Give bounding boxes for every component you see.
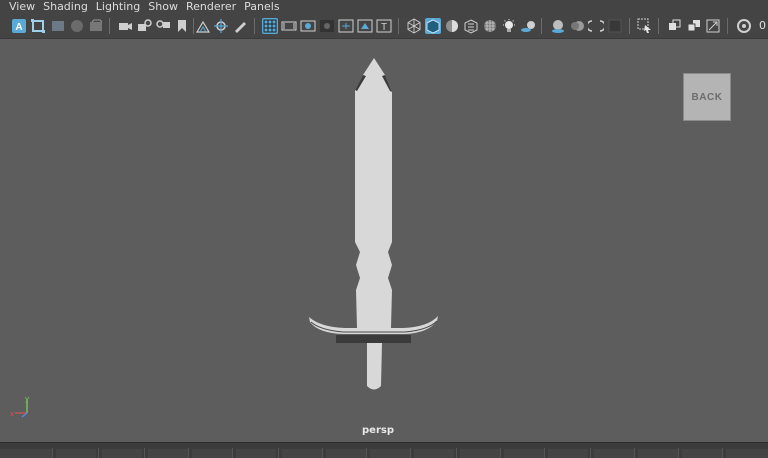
- bottom-bar: [0, 442, 768, 458]
- gate-mask-icon[interactable]: [319, 18, 335, 34]
- resolution-gate-icon[interactable]: [300, 18, 316, 34]
- grid-toggle-icon[interactable]: [262, 18, 278, 34]
- anti-alias-icon[interactable]: [588, 18, 604, 34]
- menu-lighting[interactable]: Lighting: [96, 0, 148, 14]
- lock-camera-icon[interactable]: [136, 18, 152, 34]
- menu-panels[interactable]: Panels: [244, 0, 287, 14]
- menu-renderer[interactable]: Renderer: [186, 0, 244, 14]
- film-gate-icon[interactable]: [281, 18, 297, 34]
- ambient-occlusion-icon[interactable]: [550, 18, 566, 34]
- panel-toolbar: A T 0: [0, 14, 768, 39]
- axis-y-label: y: [25, 395, 29, 403]
- textured-icon[interactable]: [463, 18, 479, 34]
- use-all-lights-icon[interactable]: [501, 18, 517, 34]
- menu-show[interactable]: Show: [148, 0, 186, 14]
- bookmark-icon[interactable]: [174, 18, 190, 34]
- xray-active-components-icon[interactable]: [686, 18, 702, 34]
- exposure-field[interactable]: 0: [759, 18, 768, 34]
- xray-icon[interactable]: [482, 18, 498, 34]
- pencil-icon[interactable]: [232, 18, 248, 34]
- viewcube-label: BACK: [691, 91, 723, 103]
- wireframe-icon[interactable]: [406, 18, 422, 34]
- camera-icon[interactable]: [117, 18, 133, 34]
- grid-plane-icon[interactable]: [195, 18, 211, 34]
- grease-pencil-icon[interactable]: [69, 18, 85, 34]
- smooth-shade-icon[interactable]: [425, 18, 441, 34]
- depth-of-field-icon[interactable]: [607, 18, 623, 34]
- camera-attributes-icon[interactable]: [88, 18, 104, 34]
- image-plane-icon[interactable]: [50, 18, 66, 34]
- menu-shading[interactable]: Shading: [43, 0, 96, 14]
- panel-menubar: View Shading Lighting Show Renderer Pane…: [0, 0, 768, 14]
- axis-gizmo: y x: [10, 395, 29, 418]
- frame-icon[interactable]: [30, 18, 46, 34]
- svg-text:T: T: [381, 22, 387, 33]
- safe-title-icon[interactable]: T: [376, 18, 392, 34]
- safe-action-icon[interactable]: [357, 18, 373, 34]
- isolate-select-icon[interactable]: [637, 18, 653, 34]
- axis-x-label: x: [10, 410, 14, 418]
- exposure-icon[interactable]: [736, 18, 752, 34]
- viewport-panel[interactable]: [0, 39, 768, 442]
- camera-name-label: persp: [362, 425, 394, 436]
- field-chart-icon[interactable]: [338, 18, 354, 34]
- menu-view[interactable]: View: [0, 0, 43, 14]
- default-material-icon[interactable]: [444, 18, 460, 34]
- select-camera-icon[interactable]: A: [11, 18, 27, 34]
- shadows-icon[interactable]: [520, 18, 536, 34]
- motion-blur-icon[interactable]: [569, 18, 585, 34]
- camera-bookmark-icon[interactable]: [155, 18, 171, 34]
- toggle-panel-expand-icon[interactable]: [705, 18, 721, 34]
- manipulator-icon[interactable]: [213, 18, 229, 34]
- xray-joints-icon[interactable]: [667, 18, 683, 34]
- viewcube[interactable]: BACK: [683, 73, 731, 121]
- svg-text:A: A: [15, 22, 22, 33]
